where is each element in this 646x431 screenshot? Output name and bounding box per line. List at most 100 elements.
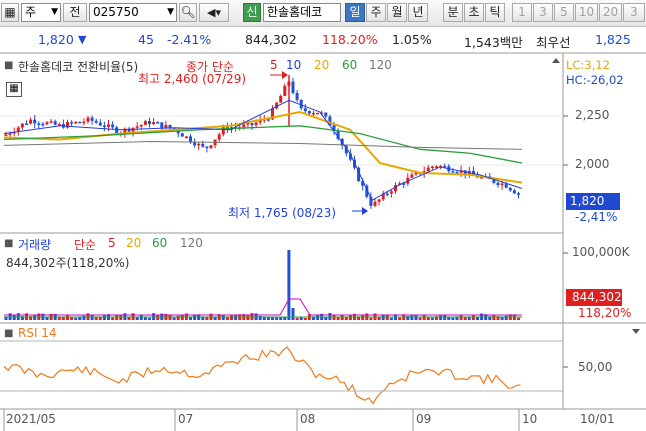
period-tick[interactable]: 틱: [485, 3, 505, 22]
price-grid: [0, 115, 563, 166]
volume-bar: [98, 317, 102, 320]
volume-bar: [348, 315, 352, 320]
candle: [82, 118, 86, 126]
candle: [16, 126, 20, 136]
volume-bar: [287, 250, 291, 320]
candle: [193, 138, 197, 148]
candle: [324, 112, 328, 119]
change-percent: -2.41%: [167, 32, 212, 47]
candle: [189, 134, 192, 145]
market-value: 주: [25, 5, 37, 19]
candle: [283, 83, 287, 97]
candle: [74, 121, 78, 125]
interval-10[interactable]: 10: [575, 3, 598, 22]
volume-panel-title: 거래량: [18, 238, 52, 252]
candle: [508, 187, 512, 192]
turnover: 1.05%: [392, 32, 432, 47]
volume-bar: [61, 317, 65, 320]
candle: [180, 132, 184, 137]
stock-chart[interactable]: [0, 53, 646, 431]
current-price: 1,820: [38, 32, 74, 47]
candle: [148, 117, 151, 128]
period-minute[interactable]: 분: [443, 3, 463, 22]
ma-legend-20: 20: [314, 58, 330, 72]
ma60-line: [3, 125, 523, 164]
prefix-button[interactable]: 전: [63, 3, 87, 22]
candle: [78, 121, 82, 124]
candle: [225, 122, 229, 134]
candle: [377, 198, 381, 206]
rsi-polyline: [3, 346, 521, 405]
scroll-down-icon[interactable]: [632, 329, 640, 334]
volume-bar: [82, 315, 86, 320]
interval-3[interactable]: 3: [533, 3, 553, 22]
period-second[interactable]: 초: [464, 3, 484, 22]
volume-bar: [476, 317, 479, 320]
hc-value: HC:-26,02: [566, 73, 624, 87]
ma-legend-60: 60: [342, 58, 358, 72]
volume-bar: [517, 317, 520, 320]
candle: [25, 120, 28, 126]
ma-legend-120: 120: [369, 58, 392, 72]
period-month[interactable]: 월: [387, 3, 407, 22]
candlesticks: [4, 74, 520, 209]
candle: [143, 119, 147, 126]
candle: [41, 121, 45, 127]
volume-ratio: 118.20%: [322, 32, 378, 47]
volume-bar: [439, 315, 443, 320]
grid-icon[interactable]: ▦: [1, 3, 19, 22]
candle: [61, 119, 65, 129]
candle: [53, 119, 57, 126]
volume-bar: [176, 315, 180, 320]
period-day[interactable]: 일: [345, 3, 365, 22]
volume-value-note: 844,302주(118,20%): [6, 256, 130, 270]
volume-bar: [430, 317, 434, 320]
interval-1[interactable]: 1: [512, 3, 532, 22]
price-tick-label-2000: 2,000: [575, 157, 610, 171]
low-annotation: 최저 1,765 (08/23): [228, 206, 337, 220]
period-week[interactable]: 주: [366, 3, 386, 22]
candle: [316, 112, 320, 115]
x-label-10: 10: [522, 412, 538, 426]
quote-bar: 1,820 ▼ 45 -2.41% 844,302 118.20% 1.05% …: [0, 27, 646, 53]
candle: [160, 122, 164, 131]
volume-bar: [234, 315, 238, 320]
interval-20[interactable]: 20: [599, 3, 622, 22]
search-icon[interactable]: 🔍︎: [179, 3, 197, 22]
interval-30[interactable]: 3: [623, 3, 645, 22]
price-tick-label-2250: 2,250: [575, 108, 610, 122]
badge-new: 신: [243, 3, 261, 22]
volume-bar: [324, 317, 328, 320]
volume-bar: [180, 315, 184, 320]
code-input[interactable]: 025750 ▼: [89, 3, 177, 22]
candle: [156, 121, 160, 124]
volume-bar: [271, 317, 274, 320]
volume-bar: [295, 317, 299, 320]
square-icon: ■: [4, 238, 14, 249]
candle: [33, 115, 37, 129]
trade-amount: 1,543백만: [464, 35, 523, 50]
volume-bar: [90, 315, 94, 320]
x-axis-ticks: [3, 409, 520, 431]
candle: [426, 164, 430, 172]
candle: [389, 189, 393, 198]
period-year[interactable]: 년: [408, 3, 428, 22]
interval-5[interactable]: 5: [554, 3, 574, 22]
scroll-up-icon[interactable]: [552, 58, 560, 63]
price-change: 45: [138, 32, 154, 47]
volume-bar: [451, 317, 455, 320]
volume-bar: [111, 317, 115, 320]
ma120-line: [3, 140, 523, 150]
candle: [291, 77, 295, 95]
stock-name: 한솔홈데코: [263, 3, 341, 22]
market-select[interactable]: 주 ▼: [21, 3, 61, 22]
volume-bar: [148, 317, 151, 320]
volume-bar: [471, 315, 475, 320]
vol-ma-legend-60: 60: [152, 236, 168, 250]
candle: [90, 115, 94, 125]
chevron-down-icon: ▼: [51, 7, 58, 17]
volume-bar: [275, 317, 279, 320]
table-icon[interactable]: ▦: [6, 82, 22, 97]
speaker-icon[interactable]: ◀▾: [199, 3, 229, 22]
square-icon: ■: [4, 60, 14, 71]
